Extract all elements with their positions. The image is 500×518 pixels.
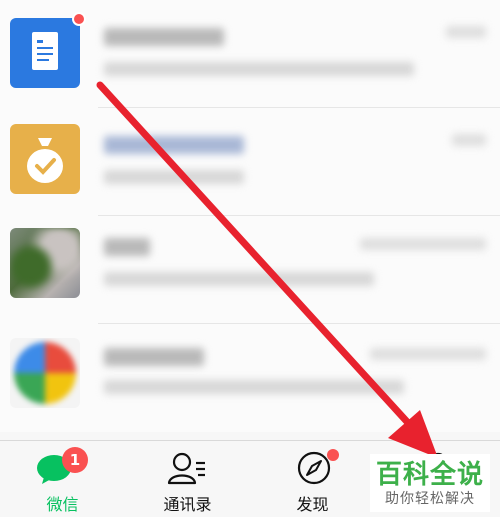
avatar-photo-blurred	[10, 228, 80, 298]
tab-chats[interactable]: 1 微信	[0, 441, 125, 518]
unread-dot	[72, 12, 86, 26]
tab-discover[interactable]: 发现	[250, 441, 375, 518]
avatar	[10, 124, 80, 194]
contacts-icon	[167, 452, 205, 485]
chat-message-blurred	[104, 62, 414, 76]
watermark-title: 百科全说	[375, 460, 484, 490]
chat-time-blurred	[446, 26, 486, 38]
avatar	[10, 18, 80, 88]
chat-row[interactable]	[0, 324, 500, 432]
chat-list	[0, 0, 500, 440]
watermark-logo: 百科全说 助你轻松解决	[370, 454, 490, 512]
chat-name-blurred	[104, 136, 244, 154]
money-bag-clock-icon	[27, 138, 63, 183]
tab-contacts[interactable]: 通讯录	[125, 441, 250, 518]
chat-time-blurred	[370, 348, 486, 360]
tab-label: 通讯录	[163, 495, 212, 514]
avatar	[10, 228, 80, 298]
watermark-subtitle: 助你轻松解决	[385, 491, 475, 507]
chat-row[interactable]	[0, 216, 500, 324]
chat-message-blurred	[104, 380, 404, 394]
chat-time-blurred	[360, 238, 486, 250]
tab-label: 微信	[46, 495, 79, 514]
document-icon	[32, 32, 58, 70]
compass-icon	[297, 451, 331, 485]
chat-row[interactable]	[0, 0, 500, 108]
avatar	[10, 338, 80, 408]
chat-name-blurred	[104, 348, 204, 366]
unread-count-badge: 1	[62, 447, 88, 473]
avatar-photo-blurred	[14, 342, 76, 404]
chat-message-blurred	[104, 272, 374, 286]
chat-row[interactable]	[0, 108, 500, 216]
chat-name-blurred	[104, 238, 150, 256]
discover-notification-dot	[327, 449, 339, 461]
chat-message-blurred	[104, 170, 244, 184]
tab-label: 发现	[296, 495, 329, 514]
chat-name-blurred	[104, 28, 224, 46]
chat-time-blurred	[452, 134, 486, 146]
